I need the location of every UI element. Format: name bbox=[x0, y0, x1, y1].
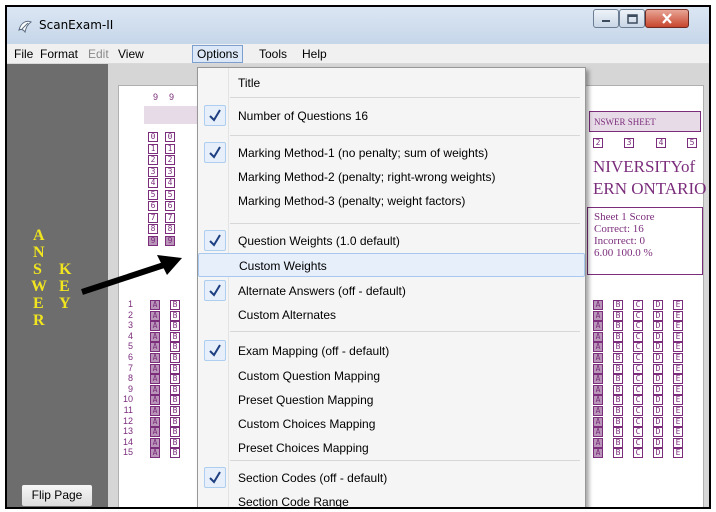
menu-item-exam-mapping-off-default[interactable]: Exam Mapping (off - default) bbox=[198, 339, 585, 363]
menu-item-label: Preset Question Mapping bbox=[238, 393, 374, 407]
menu-item-label: Section Codes (off - default) bbox=[238, 471, 388, 485]
menu-item-alternate-answers-off-default[interactable]: Alternate Answers (off - default) bbox=[198, 279, 585, 303]
menu-item-label: Marking Method-2 (penalty; right-wrong w… bbox=[238, 170, 496, 184]
menu-item-marking-method-1-no-penalty-sum-of-weights[interactable]: Marking Method-1 (no penalty; sum of wei… bbox=[198, 141, 585, 165]
menu-separator bbox=[230, 331, 580, 332]
menu-item-label: Exam Mapping (off - default) bbox=[238, 344, 390, 358]
checkmark-icon bbox=[204, 105, 226, 126]
checkmark-icon bbox=[204, 230, 226, 251]
menu-item-preset-question-mapping[interactable]: Preset Question Mapping bbox=[198, 388, 585, 412]
menu-item-preset-choices-mapping[interactable]: Preset Choices Mapping bbox=[198, 436, 585, 460]
menu-item-label: Question Weights (1.0 default) bbox=[238, 234, 400, 248]
checkmark-icon bbox=[204, 467, 226, 488]
menu-item-custom-weights[interactable]: Custom Weights bbox=[198, 253, 585, 277]
menu-item-question-weights-1-0-default[interactable]: Question Weights (1.0 default) bbox=[198, 229, 585, 253]
menu-item-label: Alternate Answers (off - default) bbox=[238, 284, 406, 298]
menu-item-custom-choices-mapping[interactable]: Custom Choices Mapping bbox=[198, 412, 585, 436]
menu-item-label: Marking Method-3 (penalty; weight factor… bbox=[238, 194, 466, 208]
menu-separator bbox=[230, 460, 580, 461]
menu-item-title[interactable]: Title bbox=[198, 71, 585, 95]
menu-item-custom-alternates[interactable]: Custom Alternates bbox=[198, 303, 585, 327]
app-window: ScanExam-II File Format Edit View Option… bbox=[5, 5, 711, 509]
menu-separator bbox=[230, 97, 580, 98]
menu-item-label: Custom Choices Mapping bbox=[238, 417, 376, 431]
menu-item-marking-method-3-penalty-weight-factors[interactable]: Marking Method-3 (penalty; weight factor… bbox=[198, 189, 585, 213]
menu-item-label: Section Code Range bbox=[238, 495, 349, 509]
menu-item-label: Custom Question Mapping bbox=[238, 369, 381, 383]
options-dropdown-menu: Title Number of Questions 16 Marking Metho… bbox=[197, 67, 586, 509]
menu-item-number-of-questions-16[interactable]: Number of Questions 16 bbox=[198, 104, 585, 128]
menu-item-section-codes-off-default[interactable]: Section Codes (off - default) bbox=[198, 466, 585, 490]
checkmark-icon bbox=[204, 340, 226, 361]
menu-item-label: Preset Choices Mapping bbox=[238, 441, 369, 455]
checkmark-icon bbox=[204, 142, 226, 163]
menu-item-label: Number of Questions 16 bbox=[238, 109, 369, 123]
checkmark-icon bbox=[204, 280, 226, 301]
menu-item-label: Custom Weights bbox=[239, 259, 327, 273]
menu-item-label: Marking Method-1 (no penalty; sum of wei… bbox=[238, 146, 489, 160]
menu-separator bbox=[230, 223, 580, 224]
menu-separator bbox=[230, 135, 580, 136]
menu-item-custom-question-mapping[interactable]: Custom Question Mapping bbox=[198, 364, 585, 388]
menu-item-marking-method-2-penalty-right-wrong-weights[interactable]: Marking Method-2 (penalty; right-wrong w… bbox=[198, 165, 585, 189]
menu-item-label: Title bbox=[238, 76, 261, 90]
menu-item-section-code-range[interactable]: Section Code Range bbox=[198, 490, 585, 509]
menu-item-label: Custom Alternates bbox=[238, 308, 337, 322]
